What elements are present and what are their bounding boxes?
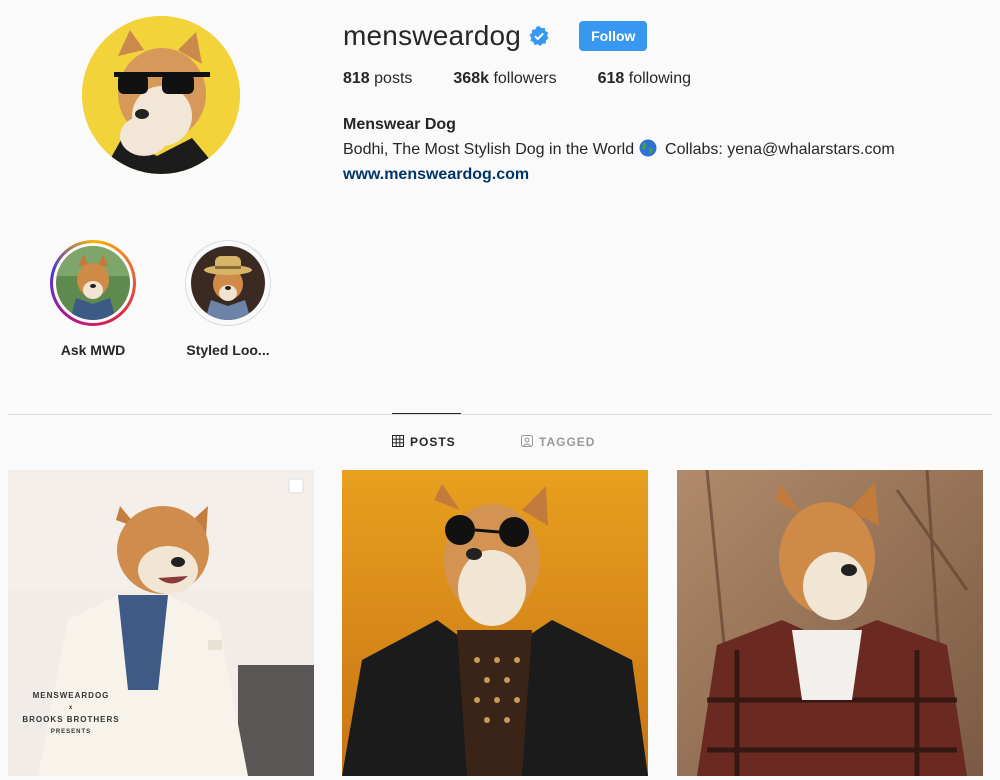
follow-button[interactable]: Follow [579, 21, 648, 51]
highlight-label: Styled Loo... [186, 342, 270, 358]
tab-tagged[interactable]: TAGGED [521, 414, 595, 470]
highlight-cover [191, 246, 265, 320]
caption-line-2: BROOKS BROTHERS [22, 715, 120, 724]
highlight-ask-mwd[interactable]: Ask MWD [43, 240, 143, 358]
posts-label: posts [374, 70, 413, 87]
highlight-ring [185, 240, 271, 326]
caption-x: x [68, 705, 74, 711]
bio-collab: Collabs: yena@whalarstars.com [665, 141, 895, 158]
profile-title-row: mensweardog Follow [343, 16, 895, 56]
grid-icon [392, 434, 404, 450]
following-label: following [628, 70, 692, 87]
tabs-divider [8, 414, 992, 415]
following-stat[interactable]: 618 following [598, 70, 691, 88]
full-name: Menswear Dog [343, 116, 456, 133]
post-thumbnail[interactable]: MENSWEARDOG x BROOKS BROTHERS PRESENTS [8, 470, 314, 776]
post-thumbnail[interactable] [342, 470, 648, 776]
profile-info: mensweardog Follow 818 posts 368k follow… [343, 16, 895, 187]
followers-label: followers [493, 70, 557, 87]
highlight-styled-looks[interactable]: Styled Loo... [178, 240, 278, 358]
highlight-ring [50, 240, 136, 326]
bio-line: Bodhi, The Most Stylish Dog in the World… [343, 137, 895, 162]
following-count: 618 [597, 70, 625, 87]
bio-text: Bodhi, The Most Stylish Dog in the World [343, 141, 635, 158]
highlight-label: Ask MWD [60, 342, 126, 358]
posts-stat: 818 posts [343, 70, 412, 88]
followers-stat[interactable]: 368k followers [453, 70, 556, 88]
tab-tagged-label: TAGGED [539, 435, 596, 449]
profile-stats: 818 posts 368k followers 618 following [343, 70, 895, 88]
username: mensweardog [343, 20, 522, 51]
multiple-posts-icon [288, 478, 304, 494]
profile-avatar[interactable] [82, 16, 240, 174]
tab-posts[interactable]: POSTS [392, 413, 461, 470]
verified-badge-icon [529, 26, 549, 46]
profile-bio: Menswear Dog Bodhi, The Most Stylish Dog… [343, 112, 895, 187]
followers-count: 368k [453, 70, 489, 87]
globe-icon [639, 139, 657, 157]
website-link[interactable]: www.mensweardog.com [343, 166, 529, 183]
post-thumbnail[interactable] [677, 470, 983, 776]
caption-line-3: PRESENTS [50, 729, 92, 735]
posts-count: 818 [343, 70, 370, 87]
tab-posts-label: POSTS [410, 435, 456, 449]
highlight-cover [56, 246, 130, 320]
tag-icon [521, 434, 533, 450]
post-caption: MENSWEARDOG x BROOKS BROTHERS PRESENTS [18, 690, 124, 738]
caption-line-1: MENSWEARDOG [32, 691, 110, 700]
